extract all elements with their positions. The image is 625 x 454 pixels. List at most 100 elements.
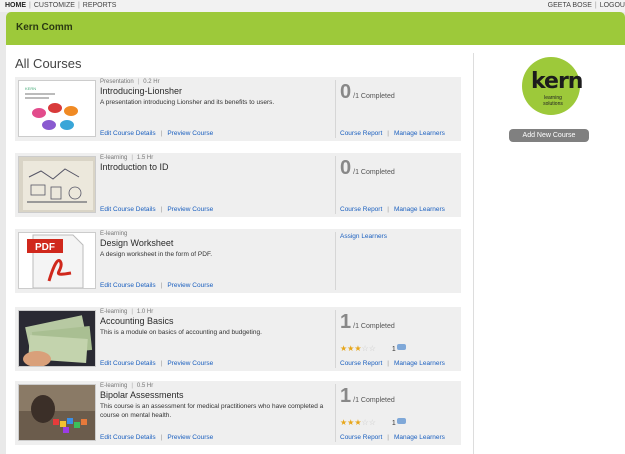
course-type: E-learning	[100, 383, 128, 389]
course-meta: E-learning	[100, 231, 127, 237]
course-title[interactable]: Design Worksheet	[100, 238, 173, 248]
star-rating[interactable]: ★★★☆☆	[340, 344, 376, 353]
edit-course-link[interactable]: Edit Course Details	[100, 360, 156, 367]
course-report-link[interactable]: Course Report	[340, 360, 382, 367]
course-title[interactable]: Bipolar Assessments	[100, 390, 184, 400]
course-thumbnail[interactable]	[18, 156, 96, 213]
pdf-label: PDF	[35, 242, 55, 253]
edit-course-link[interactable]: Edit Course Details	[100, 434, 156, 441]
course-thumbnail[interactable]: PDF	[18, 232, 96, 289]
course-title[interactable]: Introducing-Lionsher	[100, 86, 182, 96]
course-row: KERN Presentation | 0.2 Hr Introducing-Lio…	[15, 77, 461, 141]
pdf-icon: PDF	[19, 233, 95, 288]
company-title: Kern Comm	[16, 22, 73, 33]
course-row: E-learning | 0.5 Hr Bipolar Assessments Th…	[15, 381, 461, 445]
course-thumbnail[interactable]	[18, 384, 96, 441]
assign-learners-link[interactable]: Assign Learners	[340, 233, 387, 240]
completed-label: /1 Completed	[353, 169, 395, 176]
star-icon[interactable]: ★	[354, 418, 361, 427]
course-row: E-learning | 1.5 Hr Introduction to ID Edi…	[15, 153, 461, 217]
completion-status: 0/1 Completed	[340, 157, 395, 180]
star-icon[interactable]: ☆	[369, 418, 376, 427]
logo-word: kern	[531, 69, 583, 94]
manage-learners-link[interactable]: Manage Learners	[394, 130, 445, 137]
course-meta: E-learning | 1.0 Hr	[100, 309, 154, 315]
edit-course-link[interactable]: Edit Course Details	[100, 206, 156, 213]
course-type: E-learning	[100, 309, 128, 315]
logout-link[interactable]: LOGOU	[600, 2, 625, 9]
nav-reports-link[interactable]: REPORTS	[83, 2, 117, 9]
completion-status: 0/1 Completed	[340, 81, 395, 104]
course-report-link[interactable]: Course Report	[340, 130, 382, 137]
completion-status: 1/1 Completed	[340, 385, 395, 408]
user-name-link[interactable]: GEETA BOSE	[548, 2, 592, 9]
nav-home-link[interactable]: HOME	[5, 2, 26, 9]
completed-label: /1 Completed	[353, 323, 395, 330]
course-meta: E-learning | 1.5 Hr	[100, 155, 154, 161]
course-description: A design worksheet in the form of PDF.	[100, 251, 212, 258]
completed-count: 1	[340, 385, 352, 407]
course-rating: ★★★☆☆ 1	[340, 418, 406, 427]
course-title[interactable]: Accounting Basics	[100, 316, 174, 326]
logo-subtitle: learning solutions	[543, 95, 563, 107]
row-divider	[335, 384, 336, 442]
nav-customize-link[interactable]: CUSTOMIZE	[34, 2, 75, 9]
comment-icon[interactable]	[396, 418, 406, 424]
manage-learners-link[interactable]: Manage Learners	[394, 434, 445, 441]
star-icon[interactable]: ☆	[362, 418, 369, 427]
row-divider	[335, 156, 336, 214]
comment-count: 1	[391, 420, 396, 427]
comment-count: 1	[391, 346, 396, 353]
course-type: Presentation	[100, 79, 134, 85]
edit-course-link[interactable]: Edit Course Details	[100, 130, 156, 137]
course-title[interactable]: Introduction to ID	[100, 162, 169, 172]
course-duration: 0.2 Hr	[143, 79, 160, 85]
top-navigation: HOME | CUSTOMIZE | REPORTS GEETA BOSE | LOGOU	[0, 0, 625, 12]
completed-count: 0	[340, 157, 352, 179]
svg-text:KERN: KERN	[25, 86, 36, 91]
preview-course-link[interactable]: Preview Course	[167, 434, 213, 441]
course-description: This is a module on basics of accounting…	[100, 329, 262, 336]
company-logo: kern learning solutions	[522, 57, 583, 115]
preview-course-link[interactable]: Preview Course	[167, 282, 213, 289]
company-banner: Kern Comm	[6, 12, 625, 45]
course-duration: 1.0 Hr	[136, 309, 154, 315]
manage-learners-link[interactable]: Manage Learners	[394, 206, 445, 213]
course-meta: E-learning | 0.5 Hr	[100, 383, 154, 389]
course-row: E-learning | 1.0 Hr Accounting Basics This…	[15, 307, 461, 371]
completed-label: /1 Completed	[353, 93, 395, 100]
star-icon[interactable]: ★	[354, 344, 361, 353]
manage-learners-link[interactable]: Manage Learners	[394, 360, 445, 367]
completed-count: 0	[340, 81, 352, 103]
completed-count: 1	[340, 311, 352, 333]
star-rating[interactable]: ★★★☆☆	[340, 418, 376, 427]
course-row: PDF E-learning Design Worksheet A design…	[15, 229, 461, 293]
course-description: This course is an assessment for medical…	[100, 403, 324, 419]
row-divider	[335, 232, 336, 290]
star-icon[interactable]: ☆	[369, 344, 376, 353]
course-type: E-learning	[100, 231, 128, 237]
course-duration: 1.5 Hr	[136, 155, 154, 161]
preview-course-link[interactable]: Preview Course	[167, 130, 213, 137]
course-thumbnail[interactable]	[18, 310, 96, 367]
column-divider	[473, 53, 474, 454]
add-new-course-button[interactable]: Add New Course	[509, 129, 589, 142]
star-icon[interactable]: ☆	[362, 344, 369, 353]
page-title: All Courses	[15, 56, 82, 71]
course-report-link[interactable]: Course Report	[340, 434, 382, 441]
course-description: A presentation introducing Lionsher and …	[100, 99, 275, 106]
preview-course-link[interactable]: Preview Course	[167, 360, 213, 367]
row-divider	[335, 310, 336, 368]
course-meta: Presentation | 0.2 Hr	[100, 79, 160, 85]
course-rating: ★★★☆☆ 1	[340, 344, 406, 353]
main-panel: All Courses KERN Presentation | 0.2 Hr Int…	[6, 45, 625, 454]
course-duration: 0.5 Hr	[136, 383, 154, 389]
row-divider	[335, 80, 336, 138]
course-thumbnail[interactable]: KERN	[18, 80, 96, 137]
completed-label: /1 Completed	[353, 397, 395, 404]
edit-course-link[interactable]: Edit Course Details	[100, 282, 156, 289]
course-report-link[interactable]: Course Report	[340, 206, 382, 213]
comment-icon[interactable]	[396, 344, 406, 350]
preview-course-link[interactable]: Preview Course	[167, 206, 213, 213]
course-type: E-learning	[100, 155, 128, 161]
